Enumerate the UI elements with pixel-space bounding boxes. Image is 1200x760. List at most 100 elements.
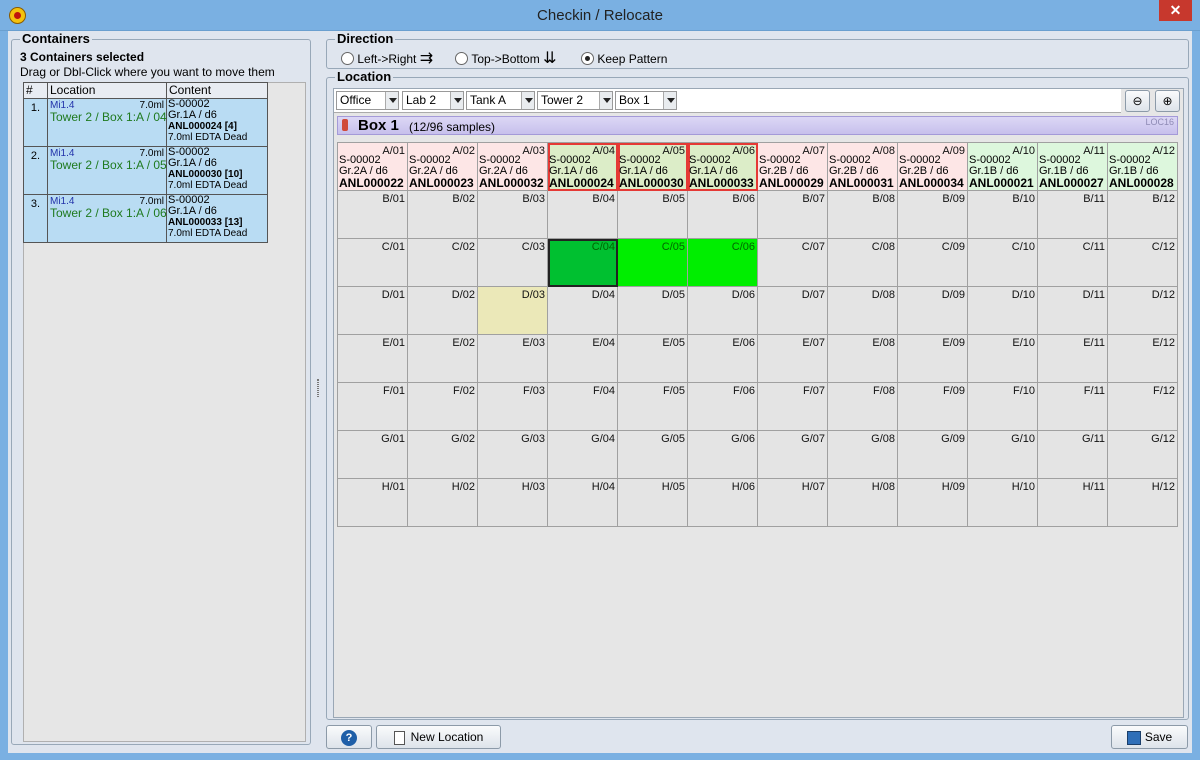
grid-cell[interactable]: B/05 [618,191,688,239]
grid-cell[interactable]: B/01 [338,191,408,239]
grid-cell[interactable]: B/09 [898,191,968,239]
grid-cell[interactable]: E/03 [478,335,548,383]
grid-cell[interactable]: E/08 [828,335,898,383]
grid-cell[interactable]: C/06 [688,239,758,287]
grid-cell[interactable]: F/09 [898,383,968,431]
combo-tower[interactable]: Tower 2 [537,91,613,110]
chevron-down-icon[interactable] [521,92,534,109]
grid-cell[interactable]: C/04 [548,239,618,287]
grid-cell[interactable]: G/08 [828,431,898,479]
grid-cell[interactable]: A/02 S-00002 Gr.2A / d6 ANL000023 [408,143,478,191]
grid-cell[interactable]: D/09 [898,287,968,335]
grid-cell[interactable]: G/06 [688,431,758,479]
grid-cell[interactable]: F/11 [1038,383,1108,431]
grid-cell[interactable]: B/08 [828,191,898,239]
grid-cell[interactable]: D/01 [338,287,408,335]
combo-lab[interactable]: Lab 2 [402,91,464,110]
chevron-down-icon[interactable] [385,92,398,109]
grid-cell[interactable]: C/09 [898,239,968,287]
grid-cell[interactable]: G/03 [478,431,548,479]
radio-left-right[interactable]: Left->Right ⇉ [341,50,433,66]
grid-cell[interactable]: F/08 [828,383,898,431]
grid-cell[interactable]: E/05 [618,335,688,383]
grid-cell[interactable]: H/03 [478,479,548,527]
zoom-out-button[interactable]: ⊖ [1125,90,1150,112]
grid-cell[interactable]: C/10 [968,239,1038,287]
grid-cell[interactable]: A/05 S-00002 Gr.1A / d6 ANL000030 [618,143,688,191]
grid-cell[interactable]: F/02 [408,383,478,431]
grid-cell[interactable]: H/11 [1038,479,1108,527]
grid-cell[interactable]: E/06 [688,335,758,383]
grid-cell[interactable]: B/07 [758,191,828,239]
grid-cell[interactable]: A/01 S-00002 Gr.2A / d6 ANL000022 [338,143,408,191]
grid-cell[interactable]: E/01 [338,335,408,383]
grid-cell[interactable]: G/12 [1108,431,1178,479]
grid-cell[interactable]: B/02 [408,191,478,239]
grid-cell[interactable]: H/02 [408,479,478,527]
grid-cell[interactable]: H/12 [1108,479,1178,527]
grid-cell[interactable]: H/09 [898,479,968,527]
grid-cell[interactable]: B/12 [1108,191,1178,239]
grid-cell[interactable]: G/11 [1038,431,1108,479]
grid-cell[interactable]: D/03 [478,287,548,335]
combo-tank[interactable]: Tank A [466,91,535,110]
grid-cell[interactable]: G/04 [548,431,618,479]
grid-cell[interactable]: G/10 [968,431,1038,479]
radio-keep-pattern[interactable]: Keep Pattern [581,50,667,66]
grid-cell[interactable]: A/06 S-00002 Gr.1A / d6 ANL000033 [688,143,758,191]
grid-cell[interactable]: C/12 [1108,239,1178,287]
grid-cell[interactable]: H/06 [688,479,758,527]
grid-cell[interactable]: H/10 [968,479,1038,527]
grid-cell[interactable]: C/02 [408,239,478,287]
radio-left-right-indicator[interactable] [341,52,354,66]
grid-cell[interactable]: A/08 S-00002 Gr.2B / d6 ANL000031 [828,143,898,191]
splitter[interactable] [315,31,321,753]
grid-cell[interactable]: A/09 S-00002 Gr.2B / d6 ANL000034 [898,143,968,191]
grid-cell[interactable]: C/08 [828,239,898,287]
grid-cell[interactable]: F/03 [478,383,548,431]
grid-cell[interactable]: E/10 [968,335,1038,383]
grid-cell[interactable]: D/04 [548,287,618,335]
help-button[interactable]: ? [326,725,372,749]
grid-cell[interactable]: H/01 [338,479,408,527]
grid-cell[interactable]: G/02 [408,431,478,479]
grid-cell[interactable]: D/10 [968,287,1038,335]
grid-cell[interactable]: E/11 [1038,335,1108,383]
chevron-down-icon[interactable] [663,92,676,109]
radio-top-bottom[interactable]: Top->Bottom ⇊ [455,50,556,66]
grid-cell[interactable]: H/05 [618,479,688,527]
grid-cell[interactable]: H/08 [828,479,898,527]
grid-cell[interactable]: E/02 [408,335,478,383]
table-row[interactable]: 3. Mi1.4 7.0ml Tower 2 / Box 1:A / 06 S-… [23,194,268,243]
grid-cell[interactable]: B/04 [548,191,618,239]
grid-cell[interactable]: F/01 [338,383,408,431]
grid-cell[interactable]: G/09 [898,431,968,479]
grid-cell[interactable]: D/02 [408,287,478,335]
radio-keep-pattern-indicator[interactable] [581,52,594,66]
combo-box[interactable]: Box 1 [615,91,677,110]
grid-cell[interactable]: H/04 [548,479,618,527]
grid-cell[interactable]: F/12 [1108,383,1178,431]
grid-cell[interactable]: D/06 [688,287,758,335]
grid-cell[interactable]: G/05 [618,431,688,479]
close-button[interactable]: ✕ [1159,0,1192,21]
new-location-button[interactable]: New Location [376,725,501,749]
grid-cell[interactable]: F/04 [548,383,618,431]
grid-cell[interactable]: A/07 S-00002 Gr.2B / d6 ANL000029 [758,143,828,191]
grid-cell[interactable]: D/07 [758,287,828,335]
zoom-in-button[interactable]: ⊕ [1155,90,1180,112]
grid-cell[interactable]: E/04 [548,335,618,383]
table-row[interactable]: 2. Mi1.4 7.0ml Tower 2 / Box 1:A / 05 S-… [23,146,268,195]
grid-cell[interactable]: A/03 S-00002 Gr.2A / d6 ANL000032 [478,143,548,191]
grid-cell[interactable]: H/07 [758,479,828,527]
grid-cell[interactable]: A/10 S-00002 Gr.1B / d6 ANL000021 [968,143,1038,191]
radio-top-bottom-indicator[interactable] [455,52,468,66]
grid-cell[interactable]: E/09 [898,335,968,383]
grid-cell[interactable]: F/10 [968,383,1038,431]
combo-site[interactable]: Office [336,91,399,110]
grid-cell[interactable]: C/05 [618,239,688,287]
grid-cell[interactable]: D/11 [1038,287,1108,335]
grid-cell[interactable]: B/10 [968,191,1038,239]
chevron-down-icon[interactable] [599,92,612,109]
table-row[interactable]: 1. Mi1.4 7.0ml Tower 2 / Box 1:A / 04 S-… [23,98,268,147]
